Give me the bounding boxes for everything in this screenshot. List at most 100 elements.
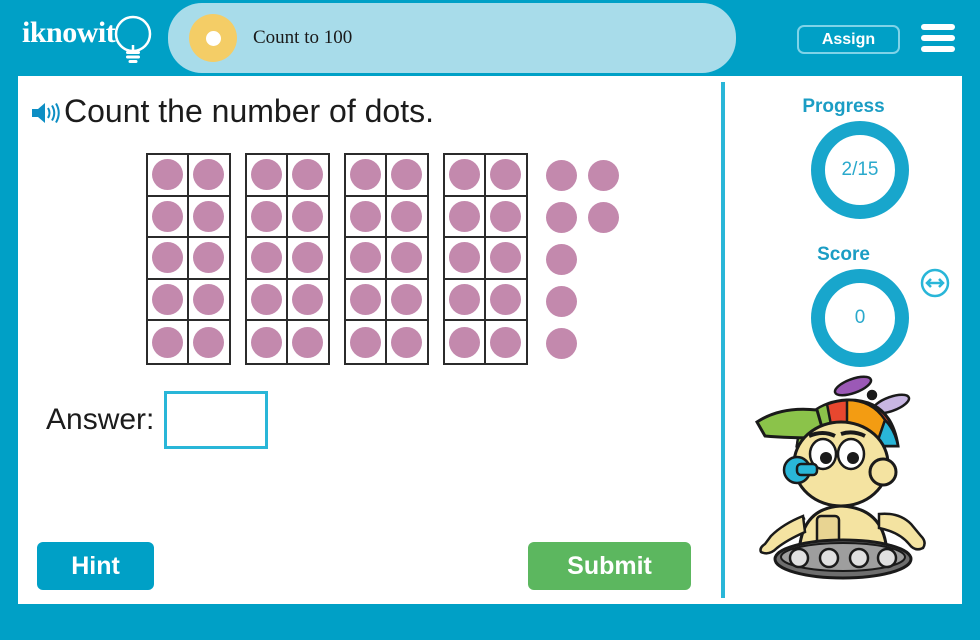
hamburger-menu-icon[interactable]	[921, 24, 955, 54]
ten-frame-cell	[247, 196, 288, 239]
ten-frame	[245, 153, 330, 365]
submit-button[interactable]: Submit	[528, 542, 691, 590]
counting-dot	[292, 326, 324, 358]
progress-dot-icon	[189, 14, 237, 62]
counting-dot	[490, 159, 522, 191]
score-ring: 0	[811, 269, 909, 367]
counting-dot	[193, 159, 225, 191]
ten-frame-cell	[287, 238, 328, 280]
counting-dot	[391, 326, 423, 358]
counting-dot	[448, 242, 480, 274]
lesson-title: Count to 100	[253, 27, 353, 48]
ten-frame-cell	[247, 238, 288, 280]
ten-frame-cell	[445, 155, 486, 197]
ten-frame-cell	[287, 280, 328, 322]
counting-dot	[292, 242, 324, 274]
lightbulb-icon	[114, 15, 152, 63]
ten-frame-cell	[387, 321, 428, 363]
ten-frame-cell	[445, 279, 486, 322]
counting-dot	[448, 284, 480, 316]
counting-dot	[490, 326, 522, 358]
counting-dot	[250, 284, 282, 316]
sidebar-panel: Progress 2/15 Score 0	[725, 76, 962, 604]
ten-frame-cell	[148, 279, 189, 322]
robot-mascot-icon	[755, 375, 926, 580]
ten-frame-cell	[247, 155, 288, 197]
ten-frame-cell	[148, 155, 189, 197]
ten-frame-cell	[188, 155, 229, 197]
counting-dot	[193, 200, 225, 232]
counting-dot	[193, 326, 225, 358]
progress-label: Progress	[802, 96, 885, 117]
brand-logo[interactable]: iknowit	[22, 14, 162, 66]
hamburger-bar	[921, 35, 955, 41]
ten-frame	[443, 153, 528, 365]
counting-dot	[349, 200, 381, 232]
counting-dot	[546, 160, 577, 191]
ten-frame-cell	[287, 155, 328, 197]
ten-frame-cell	[287, 197, 328, 239]
counting-dot	[349, 242, 381, 274]
hint-button[interactable]: Hint	[37, 542, 154, 590]
ten-frame-cell	[386, 280, 427, 322]
content-area: Count the number of dots. Answer: Hint S…	[18, 76, 962, 604]
ten-frame	[344, 153, 429, 365]
counting-dot	[250, 200, 282, 232]
hamburger-bar	[921, 46, 955, 52]
counting-dot	[250, 326, 282, 358]
ten-frame-cell	[386, 155, 427, 197]
answer-row: Answer:	[46, 391, 269, 449]
progress-dot-inner	[205, 30, 221, 46]
resize-arrows-icon[interactable]	[920, 268, 950, 298]
score-label: Score	[817, 244, 870, 265]
ten-frame	[146, 153, 231, 365]
counting-dot	[391, 284, 423, 316]
ten-frame-cell	[485, 197, 526, 239]
counting-dot	[448, 159, 480, 191]
ten-frame-cell	[485, 280, 526, 322]
assign-button[interactable]: Assign	[797, 25, 900, 54]
ten-frame-cell	[346, 155, 387, 197]
counting-dot	[151, 200, 183, 232]
counting-dot	[250, 242, 282, 274]
app-frame: iknowit Count to 100 Assign Count the nu…	[0, 0, 980, 640]
counting-dot	[349, 326, 381, 358]
dots-illustration	[146, 153, 666, 371]
counting-dot	[151, 242, 183, 274]
counting-dot	[490, 284, 522, 316]
answer-input[interactable]	[164, 391, 269, 449]
ten-frame-cell	[485, 155, 526, 197]
counting-dot	[292, 159, 324, 191]
counting-dot	[391, 200, 423, 232]
counting-dot	[151, 284, 183, 316]
brand-logo-text: iknowit	[22, 16, 116, 49]
ten-frame-cell	[188, 238, 229, 280]
counting-dot	[546, 202, 577, 233]
counting-dot	[349, 159, 381, 191]
ten-frame-cell	[346, 321, 387, 363]
counting-dot	[546, 244, 577, 275]
counting-dot	[391, 242, 423, 274]
score-value: 0	[854, 307, 866, 328]
ten-frame-cell	[445, 238, 486, 280]
ten-frame-cell	[485, 238, 526, 280]
progress-ring: 2/15	[811, 121, 909, 219]
ten-frame-cell	[247, 279, 288, 322]
ten-frame-cell	[346, 279, 387, 322]
answer-label: Answer:	[46, 403, 155, 436]
counting-dot	[349, 284, 381, 316]
counting-dot	[292, 284, 324, 316]
ten-frame-cell	[189, 321, 230, 363]
counting-dot	[391, 159, 423, 191]
counting-dot	[546, 286, 577, 317]
ten-frame-cell	[346, 196, 387, 239]
ten-frame-cell	[148, 238, 189, 280]
ten-frame-cell	[386, 238, 427, 280]
ten-frame-cell	[148, 196, 189, 239]
speaker-icon[interactable]	[30, 100, 62, 126]
ten-frame-cell	[188, 280, 229, 322]
counting-dot	[490, 242, 522, 274]
counting-dot	[151, 326, 183, 358]
ten-frame-cell	[386, 197, 427, 239]
hamburger-bar	[921, 24, 955, 30]
